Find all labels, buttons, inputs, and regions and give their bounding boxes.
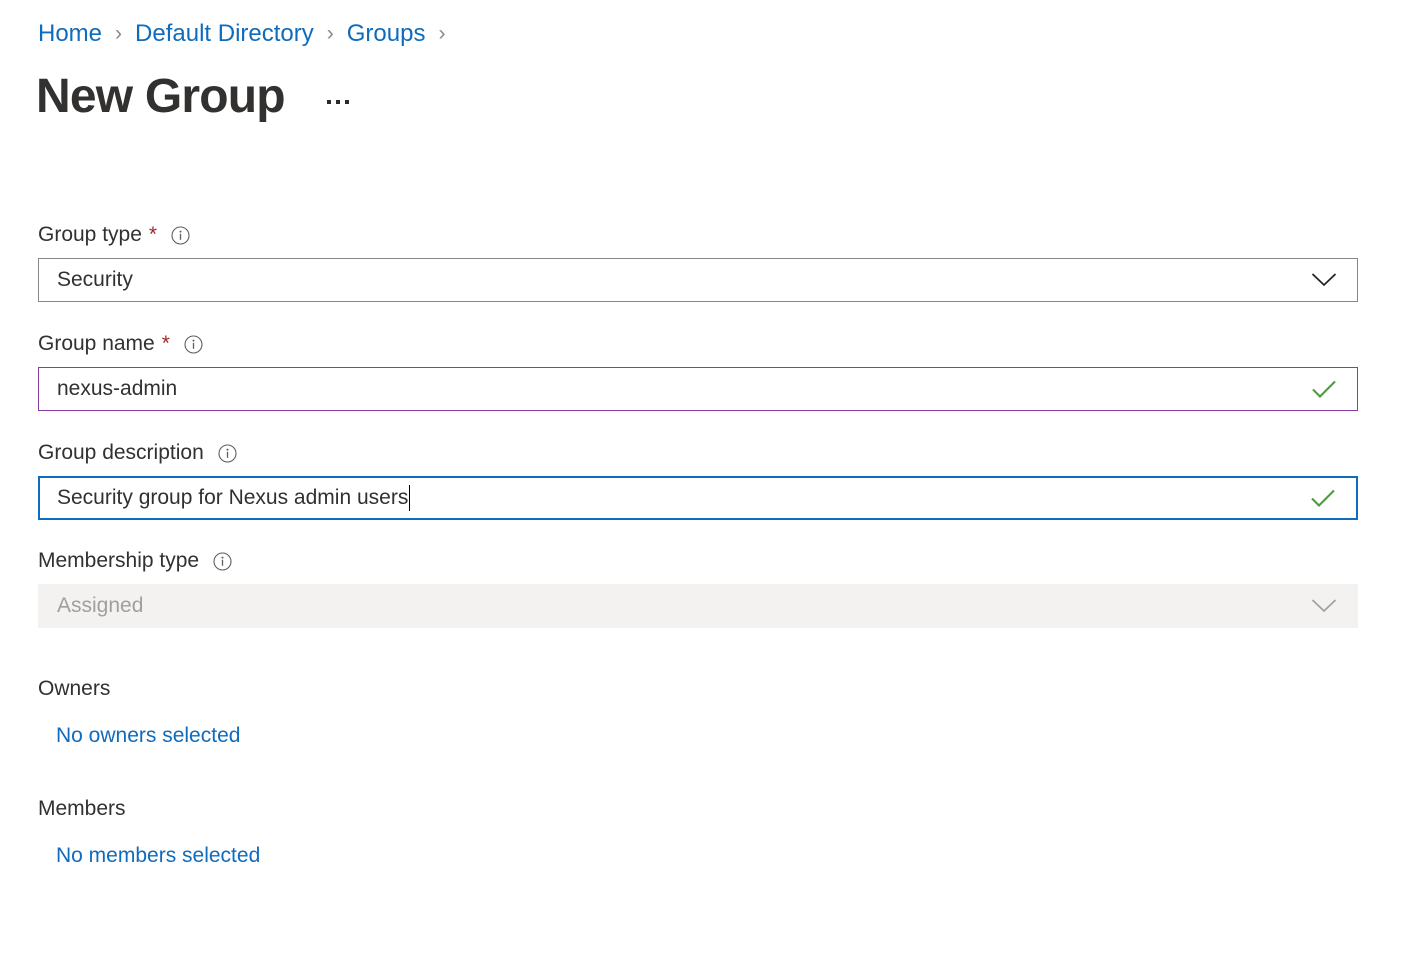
more-actions-icon[interactable] — [323, 94, 353, 110]
group-description-value: Security group for Nexus admin users — [57, 485, 408, 511]
field-group-description: Group description Security group for Nex… — [38, 440, 1358, 520]
spacer — [38, 411, 1358, 440]
group-description-input[interactable]: Security group for Nexus admin users — [38, 476, 1358, 520]
info-icon[interactable] — [218, 444, 237, 463]
membership-type-dropdown: Assigned — [38, 584, 1358, 628]
group-type-value: Security — [39, 267, 133, 293]
group-description-value-wrap: Security group for Nexus admin users — [40, 485, 410, 511]
check-icon — [1311, 379, 1337, 399]
new-group-page: Home › Default Directory › Groups › New … — [0, 0, 1422, 968]
spacer — [38, 520, 1358, 548]
section-members: Members No members selected — [38, 796, 1358, 869]
group-description-label: Group description — [38, 440, 204, 466]
group-name-value: nexus-admin — [39, 376, 177, 402]
field-group-type: Group type * Security — [38, 222, 1358, 302]
ellipsis-dot — [327, 100, 331, 104]
info-icon[interactable] — [213, 552, 232, 571]
membership-type-label: Membership type — [38, 548, 199, 574]
owners-label: Owners — [38, 676, 1358, 702]
group-type-dropdown[interactable]: Security — [38, 258, 1358, 302]
chevron-down-icon — [1311, 599, 1337, 614]
chevron-right-icon: › — [115, 18, 122, 50]
chevron-down-icon[interactable] — [1311, 273, 1337, 288]
owners-select-link[interactable]: No owners selected — [56, 723, 240, 749]
page-title: New Group — [36, 68, 285, 126]
info-icon[interactable] — [184, 335, 203, 354]
membership-type-value: Assigned — [39, 593, 143, 619]
info-icon[interactable] — [171, 226, 190, 245]
breadcrumb-item-default-directory[interactable]: Default Directory — [135, 18, 314, 50]
breadcrumb-item-groups[interactable]: Groups — [347, 18, 426, 50]
spacer — [38, 302, 1358, 331]
new-group-form: Group type * Security — [38, 222, 1358, 869]
group-description-label-row: Group description — [38, 440, 1358, 466]
spacer — [38, 749, 1358, 796]
group-type-label: Group type — [38, 222, 142, 248]
chevron-right-icon: › — [327, 18, 334, 50]
membership-type-label-row: Membership type — [38, 548, 1358, 574]
group-name-label: Group name — [38, 331, 155, 357]
section-owners: Owners No owners selected — [38, 676, 1358, 749]
chevron-right-icon: › — [438, 18, 445, 50]
members-select-link[interactable]: No members selected — [56, 843, 260, 869]
spacer — [38, 628, 1358, 676]
text-caret — [409, 485, 410, 511]
field-group-name: Group name * nexus-admin — [38, 331, 1358, 411]
required-asterisk: * — [149, 222, 157, 248]
title-row: New Group — [36, 66, 353, 128]
breadcrumb-item-home[interactable]: Home — [38, 18, 102, 50]
ellipsis-dot — [336, 100, 340, 104]
required-asterisk: * — [162, 331, 170, 357]
check-icon — [1310, 488, 1336, 508]
group-name-label-row: Group name * — [38, 331, 1358, 357]
group-name-input[interactable]: nexus-admin — [38, 367, 1358, 411]
breadcrumb: Home › Default Directory › Groups › — [38, 18, 458, 50]
field-membership-type: Membership type Assigned — [38, 548, 1358, 628]
ellipsis-dot — [345, 100, 349, 104]
members-label: Members — [38, 796, 1358, 822]
group-type-label-row: Group type * — [38, 222, 1358, 248]
